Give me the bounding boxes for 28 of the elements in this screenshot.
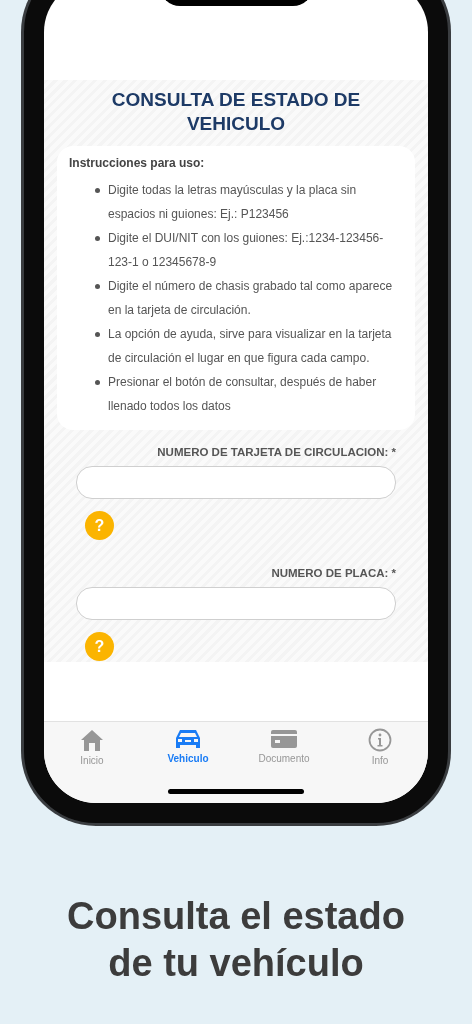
field-label: NUMERO DE PLACA: *: [270, 567, 396, 579]
instruction-text: La opción de ayuda, sirve para visualizar en la tarjeta de circulación el lugar en que figura cada campo.: [108, 326, 393, 367]
tab[interactable]: Info: [332, 728, 428, 766]
car-icon: [174, 728, 202, 750]
home-icon: [79, 728, 105, 752]
input-field[interactable]: [76, 587, 396, 620]
bullet-icon: [95, 380, 100, 385]
bullet-icon: [95, 332, 100, 337]
card-icon: [270, 728, 298, 750]
caption-line: de tu vehículo: [107, 941, 365, 986]
tab[interactable]: Documento: [236, 728, 332, 764]
instructions-heading: Instrucciones para uso:: [69, 156, 206, 170]
bullet-icon: [95, 188, 100, 193]
instruction-text: Digite todas la letras mayúsculas y la placa sin espacios ni guiones: Ej.: P123456: [108, 182, 358, 223]
info-icon: [368, 728, 392, 752]
help-button[interactable]: ?: [85, 511, 114, 540]
instruction-text: Digite el DUI/NIT con los guiones: Ej.:1234-123456-123-1 o 12345678-9: [108, 230, 385, 271]
caption-line: Consulta el estado: [67, 894, 405, 939]
instruction-text: Digite el número de chasis grabado tal como aparece en la tarjeta de circulación.: [108, 278, 394, 319]
tab[interactable]: Vehiculo: [140, 728, 236, 764]
page-title: CONSULTA DE ESTADO DE VEHICULO: [110, 88, 362, 136]
input-field[interactable]: [76, 466, 396, 499]
instruction-text: Presionar el botón de consultar, después de haber llenado todos los datos: [108, 374, 378, 415]
bullet-icon: [95, 284, 100, 289]
tab[interactable]: Inicio: [44, 728, 140, 766]
bullet-icon: [95, 236, 100, 241]
help-button[interactable]: ?: [85, 632, 114, 661]
field-label: NUMERO DE TARJETA DE CIRCULACION: *: [156, 446, 396, 458]
